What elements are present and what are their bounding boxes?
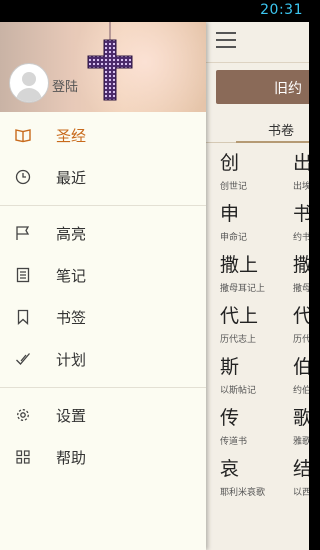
book-cell[interactable]: 撒撒母 (293, 254, 309, 294)
bookmark-icon (15, 309, 31, 325)
avatar[interactable] (9, 63, 49, 103)
menu-item-label: 笔记 (56, 267, 87, 285)
book-abbr: 哀 (220, 458, 240, 480)
book-cell[interactable]: 创创世记 (220, 152, 300, 192)
menu-item-note[interactable]: 笔记 (0, 255, 206, 295)
book-cell[interactable]: 斯以斯帖记 (220, 356, 300, 396)
note-icon (15, 267, 31, 283)
menu-divider (0, 205, 206, 206)
book-tab-label: 书卷 (268, 124, 295, 139)
book-abbr: 伯 (293, 356, 309, 378)
book-abbr: 申 (220, 203, 240, 225)
book-abbr: 出 (293, 152, 309, 174)
status-time: 20:31 (260, 2, 303, 18)
book-tab[interactable]: 书卷 (206, 112, 309, 143)
book-cell[interactable]: 申申命记 (220, 203, 300, 243)
book-name: 耶利米哀歌 (220, 488, 266, 498)
status-bar: 20:31 (0, 0, 309, 22)
menu-item-label: 书签 (56, 309, 87, 327)
navigation-drawer: 登陆 圣经最近高亮笔记书签计划设置帮助 (0, 22, 206, 550)
book-cell[interactable]: 代历代 (293, 305, 309, 345)
book-name: 传道书 (220, 437, 248, 447)
book-abbr: 斯 (220, 356, 240, 378)
book-abbr: 撒 (293, 254, 309, 276)
cross-image (87, 22, 133, 101)
drawer-header: 登陆 (0, 22, 206, 112)
book-icon (15, 127, 31, 143)
book-name: 约伯 (293, 386, 309, 396)
book-name: 历代 (293, 335, 309, 345)
menu-item-bookmark[interactable]: 书签 (0, 297, 206, 337)
check-icon (15, 351, 31, 367)
book-abbr: 撒上 (220, 254, 259, 276)
book-cell[interactable]: 代上 历代志上 (220, 305, 300, 345)
book-cell[interactable]: 出出埃 (293, 152, 309, 192)
book-abbr: 代上 (220, 305, 259, 327)
book-name: 以西 (293, 488, 309, 498)
menu-icon[interactable] (216, 32, 236, 50)
old-testament-tab[interactable]: 旧约 (216, 70, 309, 104)
book-name: 撒母 (293, 284, 309, 294)
book-abbr: 创 (220, 152, 240, 174)
menu-item-gear[interactable]: 设置 (0, 395, 206, 435)
book-name: 以斯帖记 (220, 386, 257, 396)
book-name: 出埃 (293, 182, 309, 192)
book-abbr: 书 (293, 203, 309, 225)
menu-item-grid[interactable]: 帮助 (0, 437, 206, 477)
book-abbr: 结 (293, 458, 309, 480)
book-cell[interactable]: 书约书 (293, 203, 309, 243)
book-name: 历代志上 (220, 335, 257, 345)
main-content: 旧约 书卷 创创世记出出埃申申命记书约书 撒上 撒母耳记上撒撒母 代上 历代志上代历代斯… (206, 22, 309, 550)
book-cell[interactable]: 结以西 (293, 458, 309, 498)
menu-item-label: 圣经 (56, 127, 87, 145)
flag-icon (15, 225, 31, 241)
book-name: 雅歌 (293, 437, 309, 447)
menu-divider (0, 387, 206, 388)
book-cell[interactable]: 传传道书 (220, 407, 300, 447)
book-cell[interactable]: 歌雅歌 (293, 407, 309, 447)
menu-item-label: 高亮 (56, 225, 87, 243)
book-name: 创世记 (220, 182, 248, 192)
tab-indicator (236, 141, 309, 143)
gear-icon (15, 407, 31, 423)
menu-item-label: 计划 (56, 351, 87, 369)
book-name: 约书 (293, 233, 309, 243)
menu-item-label: 最近 (56, 169, 87, 187)
menu-item-label: 帮助 (56, 449, 87, 467)
clock-icon (15, 169, 31, 185)
login-link[interactable]: 登陆 (52, 76, 78, 95)
menu-item-flag[interactable]: 高亮 (0, 213, 206, 253)
book-abbr: 代 (293, 305, 309, 327)
book-abbr: 传 (220, 407, 240, 429)
segment-label: 旧约 (274, 81, 302, 97)
menu-item-clock[interactable]: 最近 (0, 157, 206, 197)
book-cell[interactable]: 哀耶利米哀歌 (220, 458, 300, 498)
menu-item-label: 设置 (56, 407, 87, 425)
book-cell[interactable]: 伯约伯 (293, 356, 309, 396)
book-abbr: 歌 (293, 407, 309, 429)
menu-item-book[interactable]: 圣经 (0, 115, 206, 155)
grid-icon (15, 449, 31, 465)
book-cell[interactable]: 撒上 撒母耳记上 (220, 254, 300, 294)
menu-item-check[interactable]: 计划 (0, 339, 206, 379)
book-name: 撒母耳记上 (220, 284, 266, 294)
toolbar (206, 22, 309, 63)
book-name: 申命记 (220, 233, 248, 243)
